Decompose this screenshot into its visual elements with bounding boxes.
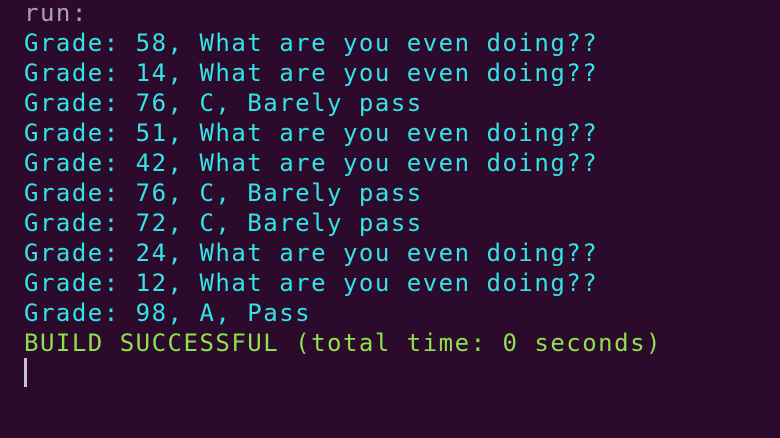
output-line: Grade: 72, C, Barely pass [24, 209, 423, 237]
build-status: BUILD SUCCESSFUL (total time: 0 seconds) [24, 329, 662, 357]
output-line: Grade: 12, What are you even doing?? [24, 269, 599, 297]
input-line[interactable] [24, 358, 780, 388]
output-line: Grade: 98, A, Pass [24, 299, 312, 327]
output-line: Grade: 42, What are you even doing?? [24, 149, 599, 177]
output-line: Grade: 58, What are you even doing?? [24, 29, 599, 57]
text-cursor [24, 358, 27, 387]
output-line: Grade: 76, C, Barely pass [24, 179, 423, 207]
output-line: Grade: 14, What are you even doing?? [24, 59, 599, 87]
run-label: run: [24, 0, 88, 27]
output-line: Grade: 24, What are you even doing?? [24, 239, 599, 267]
output-line: Grade: 76, C, Barely pass [24, 89, 423, 117]
terminal-output-panel[interactable]: run: Grade: 58, What are you even doing?… [0, 0, 780, 436]
output-line: Grade: 51, What are you even doing?? [24, 119, 599, 147]
